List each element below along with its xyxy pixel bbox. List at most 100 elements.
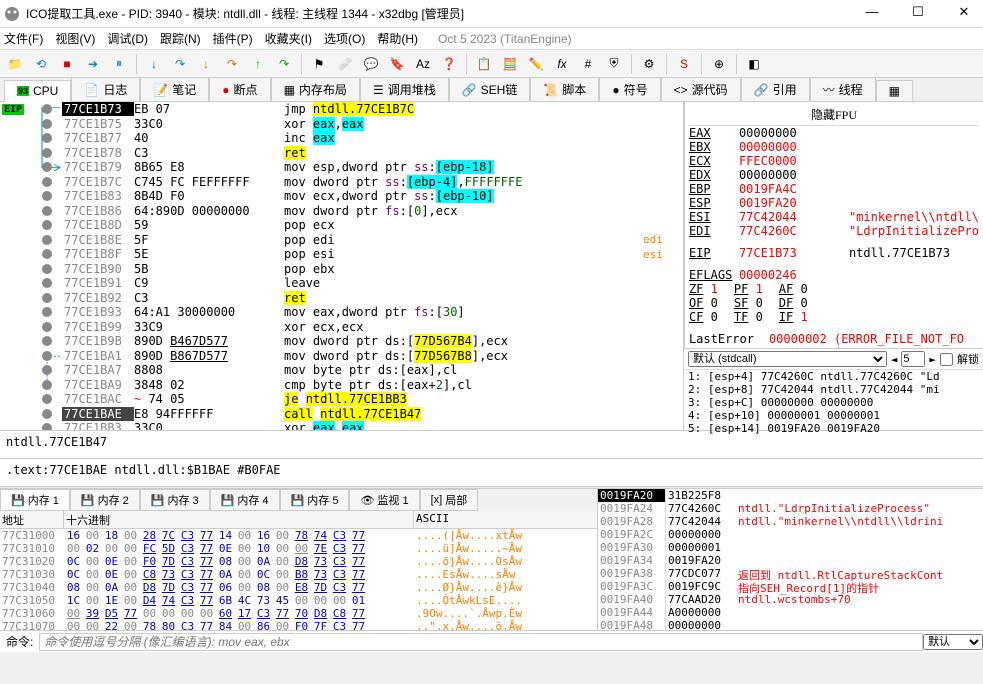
- disasm-row[interactable]: 77CE1BAC~ 74 05je ntdll.77CE1BB3: [0, 392, 683, 407]
- disasm-row[interactable]: 77CE1BAEE8 94FFFFFFcall ntdll.77CE1B47: [0, 407, 683, 422]
- open-icon[interactable]: 📁: [4, 53, 26, 75]
- dump-row[interactable]: 77C310501C001E00D474C3776B4C734500000001…: [0, 594, 597, 607]
- dump-tab-5[interactable]: 💾内存 5: [280, 489, 350, 511]
- dump-header-ascii[interactable]: ASCII: [414, 511, 597, 528]
- breakpoint-dot[interactable]: [42, 394, 52, 404]
- dump-row[interactable]: 77C3104008000A00D87DC37706000800E87DC377…: [0, 581, 597, 594]
- disasm-row[interactable]: 77CE1BB333C0xor eax,eax: [0, 421, 683, 430]
- disasm-row[interactable]: 77CE1B92C3ret: [0, 291, 683, 306]
- arg-count-up[interactable]: ►: [929, 353, 936, 366]
- tool1-icon[interactable]: ⚑: [308, 53, 330, 75]
- flag-cf[interactable]: CF: [689, 310, 703, 324]
- stack-row[interactable]: 0019FA4800000000: [598, 619, 983, 630]
- stack-row[interactable]: 0019FA340019FA20: [598, 554, 983, 567]
- dump-row[interactable]: 77C310300C000E00C873C3770A000C00B873C377…: [0, 568, 597, 581]
- call-arg-line[interactable]: 1: [esp+4] 77C4260C ntdll.77C4260C "Ld: [688, 370, 979, 383]
- flag-sf[interactable]: SF: [734, 296, 748, 310]
- menu-view[interactable]: 视图(V): [55, 30, 95, 47]
- stack-row[interactable]: 0019FA2877C42044ntdll."minkernel\\ntdll\…: [598, 515, 983, 528]
- breakpoint-dot[interactable]: [42, 148, 52, 158]
- flag-if[interactable]: IF: [779, 310, 793, 324]
- breakpoint-dot[interactable]: [42, 220, 52, 230]
- call-arg-line[interactable]: 4: [esp+10] 00000001 00000001: [688, 409, 979, 422]
- disasm-row[interactable]: 77CE1B7533C0xor eax,eax: [0, 117, 683, 132]
- fx-icon[interactable]: fx: [551, 53, 573, 75]
- traceover-icon[interactable]: ↷: [221, 53, 243, 75]
- breakpoint-dot[interactable]: [42, 365, 52, 375]
- stack-row[interactable]: 0019FA44A0000000: [598, 606, 983, 619]
- traceinto-icon[interactable]: ↓: [195, 53, 217, 75]
- tab-script[interactable]: 📜脚本: [530, 77, 599, 101]
- breakpoint-dot[interactable]: [42, 264, 52, 274]
- flag-df[interactable]: DF: [779, 296, 793, 310]
- screenshot-icon[interactable]: 📋: [473, 53, 495, 75]
- disasm-row[interactable]: 77CE1BA78808mov byte ptr ds:[eax],cl: [0, 363, 683, 378]
- stack-row[interactable]: 0019FA3C0019FC9C指向SEH_Record[1]的指针: [598, 580, 983, 593]
- unlock-checkbox[interactable]: [940, 353, 953, 366]
- stack-row[interactable]: 0019FA3877CDC077返回到 ntdll.RtlCaptureStac…: [598, 567, 983, 580]
- breakpoint-dot[interactable]: [42, 177, 52, 187]
- strings-icon[interactable]: ❓: [438, 53, 460, 75]
- reg-esp[interactable]: ESP: [689, 196, 739, 210]
- call-arg-line[interactable]: 2: [esp+8] 77C42044 ntdll.77C42044 "mi: [688, 383, 979, 396]
- reg-esi[interactable]: ESI: [689, 210, 739, 224]
- tab-callstack[interactable]: ☰调用堆栈: [360, 77, 449, 101]
- module-icon[interactable]: ◧: [743, 53, 765, 75]
- flag-tf[interactable]: TF: [734, 310, 748, 324]
- stack-row[interactable]: 0019FA4077CAAD20ntdll.wcstombs+70: [598, 593, 983, 606]
- menu-favorites[interactable]: 收藏夹(I): [265, 30, 312, 47]
- breakpoint-dot[interactable]: [42, 293, 52, 303]
- find-icon[interactable]: Az: [412, 53, 434, 75]
- flag-af[interactable]: AF: [779, 282, 793, 296]
- stack-row[interactable]: 0019FA2477C4260Cntdll."LdrpInitializePro…: [598, 502, 983, 515]
- breakpoint-dot[interactable]: [42, 336, 52, 346]
- stepout-icon[interactable]: ↑: [247, 53, 269, 75]
- fpu-toggle[interactable]: 隐藏FPU: [689, 104, 979, 126]
- maximize-button[interactable]: ☐: [903, 4, 933, 24]
- menu-options[interactable]: 选项(O): [324, 30, 365, 47]
- stack-pane[interactable]: 0019FA2031B225F80019FA2477C4260Cntdll."L…: [598, 489, 983, 630]
- disasm-row[interactable]: 77CE1B7CC745 FC FEFFFFFFmov dword ptr ss…: [0, 175, 683, 190]
- disasm-row[interactable]: 77CE1B7740inc eax: [0, 131, 683, 146]
- about-icon[interactable]: ⊕: [708, 53, 730, 75]
- stepinto-icon[interactable]: ↓: [143, 53, 165, 75]
- dump-tab-1[interactable]: 💾内存 1: [0, 489, 70, 511]
- flag-zf[interactable]: ZF: [689, 282, 703, 296]
- disassembly-list[interactable]: EIP77CE1B73EB 07jmp ntdll.77CE1B7C77CE1B…: [0, 102, 683, 430]
- disasm-row[interactable]: 77CE1B78C3ret: [0, 146, 683, 161]
- dump-content[interactable]: 地址 十六进制 ASCII 77C3100016001800287CC37714…: [0, 511, 597, 630]
- disasm-row[interactable]: 77CE1B798B65 E8mov esp,dword ptr ss:[ebp…: [0, 160, 683, 175]
- stack-row[interactable]: 0019FA2C00000000: [598, 528, 983, 541]
- dump-row[interactable]: 77C3100016001800287CC377140016007874C377…: [0, 529, 597, 542]
- tab-references[interactable]: 🔗引用: [741, 77, 810, 101]
- disasm-row[interactable]: 77CE1BA93848 02cmp byte ptr ds:[eax+2],c…: [0, 378, 683, 393]
- breakpoint-dot[interactable]: [42, 322, 52, 332]
- disasm-row[interactable]: 77CE1B8E5Fpop ediedi: [0, 233, 683, 248]
- disasm-row[interactable]: 77CE1B8664:890D 00000000mov dword ptr fs…: [0, 204, 683, 219]
- menu-plugins[interactable]: 插件(P): [213, 30, 253, 47]
- breakpoint-dot[interactable]: [42, 119, 52, 129]
- breakpoint-dot[interactable]: [42, 191, 52, 201]
- command-mode-select[interactable]: 默认: [923, 634, 983, 650]
- bookmark-icon[interactable]: 🔖: [386, 53, 408, 75]
- reg-edi[interactable]: EDI: [689, 224, 739, 238]
- dump-row[interactable]: 77C310200C000E00F07DC37708000A00D873C377…: [0, 555, 597, 568]
- tab-threads[interactable]: 〰线程: [810, 77, 876, 101]
- reg-eax[interactable]: EAX: [689, 126, 739, 140]
- reg-eflags[interactable]: EFLAGS: [689, 268, 739, 282]
- tab-source[interactable]: <>源代码: [661, 77, 741, 101]
- breakpoint-dot[interactable]: [42, 380, 52, 390]
- disasm-row[interactable]: 77CE1B838B4D F0mov ecx,dword ptr ss:[ebp…: [0, 189, 683, 204]
- dump-header-hex[interactable]: 十六进制: [64, 511, 414, 528]
- breakpoint-dot[interactable]: [42, 409, 52, 419]
- settings-icon[interactable]: ⚙: [638, 53, 660, 75]
- menu-trace[interactable]: 跟踪(N): [160, 30, 201, 47]
- dump-tab-4[interactable]: 💾内存 4: [210, 489, 280, 511]
- tab-log[interactable]: 📄日志: [71, 77, 140, 101]
- tab-symbols[interactable]: ●符号: [599, 77, 660, 101]
- scylla-icon[interactable]: S: [673, 53, 695, 75]
- call-arg-line[interactable]: 3: [esp+C] 00000000 00000000: [688, 396, 979, 409]
- run-icon[interactable]: ➔: [82, 53, 104, 75]
- reg-edx[interactable]: EDX: [689, 168, 739, 182]
- draw-icon[interactable]: ✏️: [525, 53, 547, 75]
